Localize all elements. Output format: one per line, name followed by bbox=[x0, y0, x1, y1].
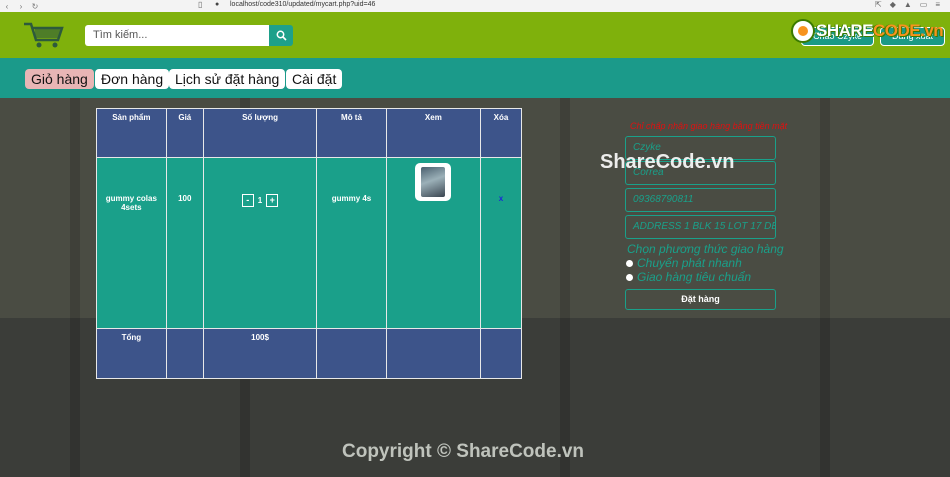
site-header: Tìm kiếm... Chào Czyke Đăng xuất SHARECO… bbox=[0, 12, 950, 58]
brand-suffix: CODE.vn bbox=[873, 21, 944, 40]
total-label: Tổng bbox=[96, 328, 167, 379]
search-icon bbox=[276, 30, 287, 41]
main-nav: Giỏ hàng Đơn hàng Lịch sử đặt hàng Cài đ… bbox=[0, 58, 950, 98]
total-empty bbox=[479, 328, 523, 379]
search-input[interactable]: Tìm kiếm... bbox=[85, 25, 269, 46]
table-total-row: Tổng 100$ bbox=[96, 328, 523, 379]
brand-prefix: SHARE bbox=[816, 21, 874, 40]
tab-cart[interactable]: Giỏ hàng bbox=[25, 69, 94, 89]
forward-icon[interactable]: › bbox=[14, 2, 28, 11]
product-image bbox=[421, 167, 446, 197]
search-button[interactable] bbox=[269, 25, 293, 46]
tab-orders[interactable]: Đơn hàng bbox=[95, 69, 170, 89]
cell-product: gummy colas 4sets bbox=[96, 157, 167, 329]
col-header-view: Xem bbox=[385, 108, 481, 158]
menu-icon[interactable]: ≡ bbox=[935, 0, 940, 9]
shipping-option-label: Chuyển phát nhanh bbox=[637, 256, 742, 270]
shipping-option-standard[interactable]: Giao hàng tiêu chuẩn bbox=[626, 270, 751, 284]
cell-description: gummy 4s bbox=[316, 157, 387, 329]
product-thumbnail[interactable] bbox=[415, 163, 452, 201]
watermark-footer: Copyright © ShareCode.vn bbox=[342, 441, 585, 462]
shipping-option-express[interactable]: Chuyển phát nhanh bbox=[626, 256, 742, 270]
phone-field[interactable]: 09368790811 bbox=[625, 188, 776, 212]
col-header-description: Mô tả bbox=[316, 108, 387, 158]
cart-table: Sản phẩm Giá Số lượng Mô tả Xem Xóa gumm… bbox=[96, 108, 523, 379]
col-header-delete: Xóa bbox=[479, 108, 523, 158]
cart-logo-icon[interactable] bbox=[22, 20, 66, 50]
col-header-quantity: Số lượng bbox=[202, 108, 318, 158]
bg-stripe bbox=[820, 98, 830, 477]
radio-button[interactable] bbox=[626, 273, 633, 281]
total-value: 100$ bbox=[202, 328, 318, 379]
bg-stripe bbox=[70, 98, 80, 477]
table-header-row: Sản phẩm Giá Số lượng Mô tả Xem Xóa bbox=[96, 108, 523, 158]
cell-view bbox=[385, 157, 481, 329]
sharecode-logo-icon bbox=[791, 19, 815, 43]
radio-button[interactable] bbox=[626, 259, 633, 267]
table-row: gummy colas 4sets 100 -1 + gummy 4s x bbox=[96, 157, 523, 329]
cell-delete: x bbox=[479, 157, 523, 329]
place-order-button[interactable]: Đặt hàng bbox=[625, 289, 776, 310]
site-info-icon[interactable]: ● bbox=[215, 1, 219, 8]
col-header-product: Sản phẩm bbox=[96, 108, 167, 158]
address-bar[interactable]: localhost/code310/updated/mycart.php?uid… bbox=[230, 1, 375, 8]
decrease-qty-button[interactable]: - bbox=[241, 194, 254, 207]
shield-icon[interactable]: ◆ bbox=[890, 0, 896, 9]
bookmark-icon[interactable]: ▯ bbox=[198, 0, 202, 9]
tab-order-history[interactable]: Lịch sử đặt hàng bbox=[169, 69, 286, 89]
payment-notice: Chỉ chấp nhận giao hàng bằng tiền mặt bbox=[630, 121, 788, 131]
brand-logo: SHARECODE.vn bbox=[790, 16, 944, 46]
tab-settings[interactable]: Cài đặt bbox=[286, 69, 343, 89]
watermark-center: ShareCode.vn bbox=[600, 151, 735, 173]
delete-item-link[interactable]: x bbox=[499, 194, 503, 203]
extension-icon[interactable]: ▲ bbox=[904, 0, 912, 9]
col-header-price: Giá bbox=[165, 108, 204, 158]
total-empty bbox=[316, 328, 387, 379]
cell-quantity: -1 + bbox=[202, 157, 318, 329]
share-icon[interactable]: ⇱ bbox=[875, 0, 882, 9]
total-empty bbox=[165, 328, 204, 379]
reload-icon[interactable]: ↻ bbox=[28, 2, 42, 11]
cell-price: 100 bbox=[165, 157, 204, 329]
total-empty bbox=[385, 328, 481, 379]
address-field[interactable]: ADDRESS 1 BLK 15 LOT 17 DEL bbox=[625, 215, 776, 239]
sidebar-icon[interactable]: ▭ bbox=[920, 0, 928, 9]
back-icon[interactable]: ‹ bbox=[0, 2, 14, 11]
increase-qty-button[interactable]: + bbox=[266, 194, 279, 207]
shipping-method-title: Chọn phương thức giao hàng bbox=[627, 242, 784, 256]
bg-stripe bbox=[560, 98, 570, 477]
shipping-option-label: Giao hàng tiêu chuẩn bbox=[637, 270, 752, 284]
qty-value: 1 bbox=[257, 196, 263, 205]
